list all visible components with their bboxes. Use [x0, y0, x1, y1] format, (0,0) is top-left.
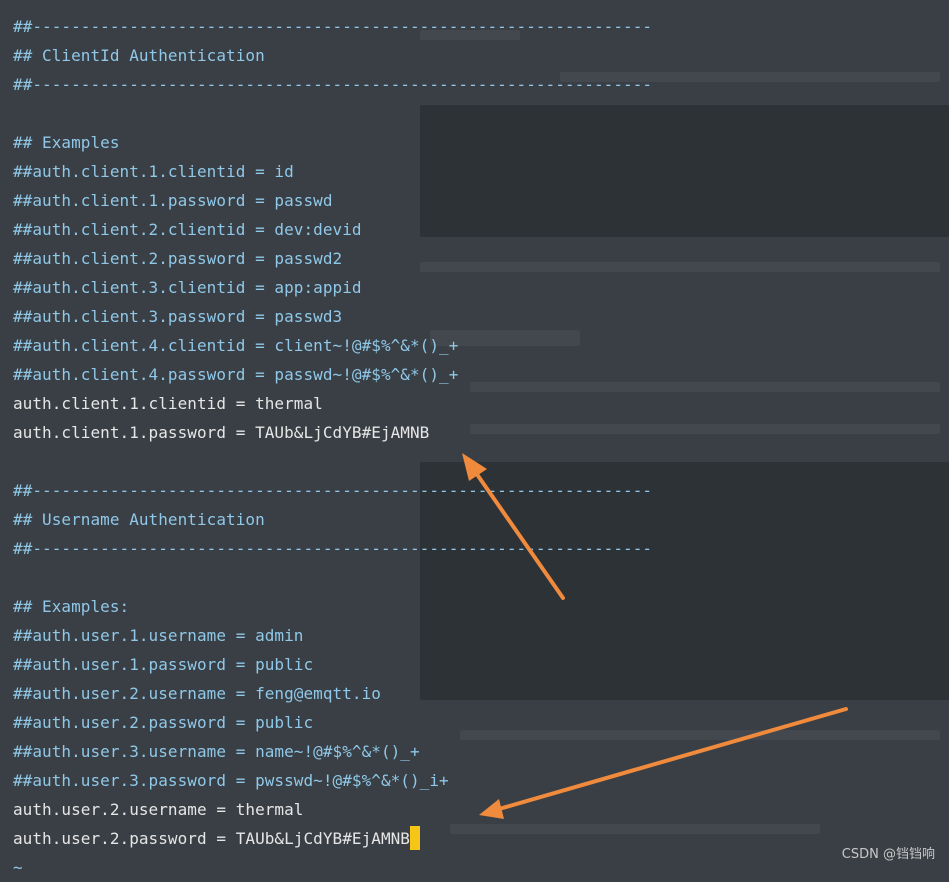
editor-line: ##auth.client.1.clientid = id [0, 157, 949, 186]
editor-line-text: ##--------------------------------------… [13, 539, 653, 558]
editor-line: auth.client.1.clientid = thermal [0, 389, 949, 418]
editor-line: ## Examples [0, 128, 949, 157]
editor-line: ##auth.user.1.username = admin [0, 621, 949, 650]
empty-line-marker: ~ [0, 853, 949, 882]
editor-line-text: ##auth.user.1.password = public [13, 655, 314, 674]
editor-line: ##auth.client.4.clientid = client~!@#$%^… [0, 331, 949, 360]
editor-line: ##auth.user.2.password = public [0, 708, 949, 737]
editor-line: ##--------------------------------------… [0, 70, 949, 99]
terminal-editor[interactable]: ##--------------------------------------… [0, 12, 949, 882]
editor-line-text: ##auth.user.2.password = public [13, 713, 314, 732]
editor-line-text: ##auth.client.4.clientid = client~!@#$%^… [13, 336, 459, 355]
editor-line: ##auth.client.2.password = passwd2 [0, 244, 949, 273]
editor-line: auth.client.1.password = TAUb&LjCdYB#EjA… [0, 418, 949, 447]
editor-line-text: ##auth.user.1.username = admin [13, 626, 304, 645]
editor-line: ##auth.client.1.password = passwd [0, 186, 949, 215]
editor-line: ## Examples: [0, 592, 949, 621]
editor-line-text: ##auth.user.3.password = pwsswd~!@#$%^&*… [13, 771, 449, 790]
editor-line-text: ##auth.client.1.clientid = id [13, 162, 294, 181]
editor-line: auth.user.2.username = thermal [0, 795, 949, 824]
editor-line: ##--------------------------------------… [0, 12, 949, 41]
editor-line: ##auth.client.3.password = passwd3 [0, 302, 949, 331]
editor-line: ##auth.client.4.password = passwd~!@#$%^… [0, 360, 949, 389]
editor-line: ##auth.client.3.clientid = app:appid [0, 273, 949, 302]
editor-line-text: auth.user.2.username = thermal [13, 800, 304, 819]
editor-line: ##auth.user.2.username = feng@emqtt.io [0, 679, 949, 708]
watermark: CSDN @铛铛响 [841, 847, 935, 862]
editor-line-text: ##auth.client.3.clientid = app:appid [13, 278, 362, 297]
editor-line-text: ##--------------------------------------… [13, 75, 653, 94]
editor-line-text: ##auth.client.3.password = passwd3 [13, 307, 343, 326]
editor-line-text: ## Examples: [13, 597, 130, 616]
editor-line-text: ## ClientId Authentication [13, 46, 265, 65]
editor-line-text: ##auth.user.3.username = name~!@#$%^&*()… [13, 742, 420, 761]
editor-line: ##auth.user.1.password = public [0, 650, 949, 679]
text-cursor [410, 826, 420, 850]
editor-line: ## ClientId Authentication [0, 41, 949, 70]
editor-line-text: ##auth.user.2.username = feng@emqtt.io [13, 684, 381, 703]
editor-line-text: ##auth.client.2.password = passwd2 [13, 249, 343, 268]
editor-line: ##--------------------------------------… [0, 534, 949, 563]
editor-line: auth.user.2.password = TAUb&LjCdYB#EjAMN… [0, 824, 949, 853]
editor-line: ##auth.user.3.username = name~!@#$%^&*()… [0, 737, 949, 766]
editor-line-text: ##auth.client.2.clientid = dev:devid [13, 220, 362, 239]
editor-line-text: ##--------------------------------------… [13, 481, 653, 500]
editor-line-text: ~ [13, 858, 23, 877]
editor-line-text: ##auth.client.1.password = passwd [13, 191, 333, 210]
editor-line-text: auth.client.1.clientid = thermal [13, 394, 323, 413]
editor-line: ## Username Authentication [0, 505, 949, 534]
editor-line-text: ##auth.client.4.password = passwd~!@#$%^… [13, 365, 459, 384]
editor-line: ##auth.client.2.clientid = dev:devid [0, 215, 949, 244]
editor-line: ##--------------------------------------… [0, 476, 949, 505]
editor-line-text: auth.client.1.password = TAUb&LjCdYB#EjA… [13, 423, 430, 442]
editor-line-text: ## Username Authentication [13, 510, 265, 529]
editor-line-text: ##--------------------------------------… [13, 17, 653, 36]
editor-line: ##auth.user.3.password = pwsswd~!@#$%^&*… [0, 766, 949, 795]
editor-line-text: auth.user.2.password = TAUb&LjCdYB#EjAMN… [13, 829, 410, 848]
editor-line-text: ## Examples [13, 133, 120, 152]
